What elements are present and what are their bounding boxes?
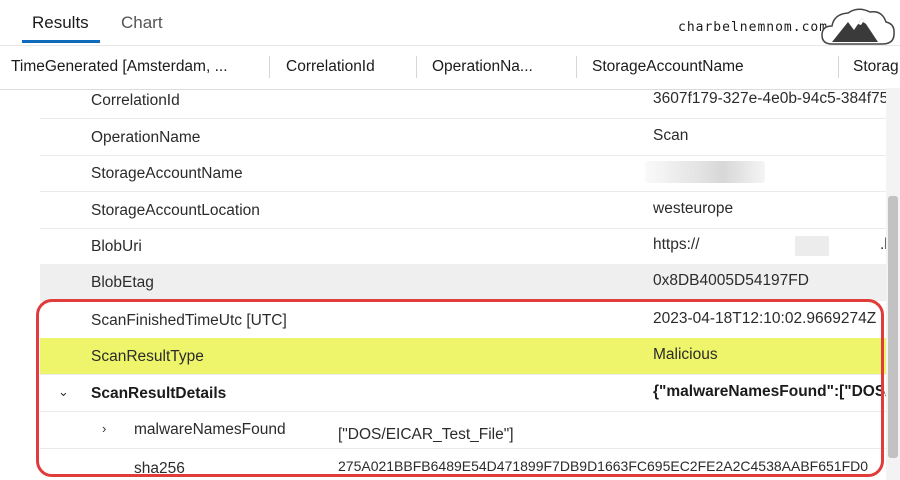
detail-value: Malicious: [653, 346, 718, 363]
detail-value: Scan: [653, 127, 689, 144]
detail-row-correlationid[interactable]: CorrelationId 3607f179-327e-4e0b-94c5-38…: [40, 88, 886, 119]
column-divider[interactable]: [838, 56, 839, 78]
detail-row-scanresulttype[interactable]: ScanResultType Malicious: [40, 338, 886, 375]
column-header-row: TimeGenerated [Amsterdam, ... Correlatio…: [0, 45, 900, 90]
vertical-scrollbar[interactable]: [886, 88, 900, 480]
detail-row-storageaccountname[interactable]: StorageAccountName: [40, 155, 886, 192]
detail-key: ScanFinishedTimeUtc [UTC]: [91, 312, 287, 329]
nested-key: malwareNamesFound: [134, 421, 286, 438]
detail-value: https://: [653, 236, 700, 253]
redacted-value: [795, 236, 829, 256]
nested-value: 275A021BBFB6489E54D471899F7DB9D1663FC695…: [338, 458, 869, 474]
detail-row-operationname[interactable]: OperationName Scan: [40, 119, 886, 156]
detail-row-scanresultdetails[interactable]: ⌄ ScanResultDetails {"malwareNamesFound"…: [40, 375, 886, 412]
detail-key: ScanResultType: [91, 348, 204, 365]
detail-key: ScanResultDetails: [91, 385, 227, 402]
detail-key: BlobUri: [91, 238, 142, 255]
column-header-operationname[interactable]: OperationNa...: [432, 58, 533, 76]
nested-row-malwarenamesfound[interactable]: › malwareNamesFound ["DOS/EICAR_Test_Fil…: [40, 412, 886, 449]
detail-key: StorageAccountLocation: [91, 202, 260, 219]
detail-value: westeurope: [653, 200, 734, 217]
active-tab-indicator: [22, 40, 100, 43]
watermark-text: charbelnemnom.com: [678, 20, 829, 35]
record-details-grid: CorrelationId 3607f179-327e-4e0b-94c5-38…: [0, 88, 886, 480]
detail-row-blobetag[interactable]: BlobEtag 0x8DB4005D54197FD: [40, 264, 886, 301]
column-header-storageaccountname[interactable]: StorageAccountName: [592, 58, 744, 76]
detail-key: CorrelationId: [91, 92, 180, 109]
redacted-value: [645, 161, 765, 183]
column-divider[interactable]: [416, 56, 417, 78]
detail-row-bloburi[interactable]: BlobUri https:// .b: [40, 228, 886, 265]
column-divider[interactable]: [576, 56, 577, 78]
column-header-timegenerated[interactable]: TimeGenerated [Amsterdam, ...: [11, 58, 228, 76]
chevron-right-icon[interactable]: ›: [102, 421, 106, 436]
column-header-storage-truncated[interactable]: Storag: [853, 58, 899, 76]
detail-value: 0x8DB4005D54197FD: [653, 272, 809, 289]
detail-value: 2023-04-18T12:10:02.9669274Z: [653, 310, 877, 327]
column-divider[interactable]: [269, 56, 270, 78]
detail-key: BlobEtag: [91, 274, 154, 291]
detail-row-scanfinishedtimeutc[interactable]: ScanFinishedTimeUtc [UTC] 2023-04-18T12:…: [40, 302, 886, 339]
nested-row-sha256[interactable]: sha256 275A021BBFB6489E54D471899F7DB9D16…: [40, 449, 886, 480]
scrollbar-thumb[interactable]: [888, 196, 898, 458]
detail-row-storageaccountlocation[interactable]: StorageAccountLocation westeurope: [40, 192, 886, 229]
tab-results[interactable]: Results: [32, 13, 89, 33]
detail-key: OperationName: [91, 129, 201, 146]
column-header-correlationid[interactable]: CorrelationId: [286, 58, 375, 76]
detail-value: {"malwareNamesFound":["DOS/E: [653, 383, 886, 400]
tab-chart[interactable]: Chart: [121, 13, 163, 33]
nested-value: ["DOS/EICAR_Test_File"]: [338, 426, 514, 443]
mountain-cloud-logo: [821, 8, 895, 45]
nested-key: sha256: [134, 460, 185, 477]
detail-key: StorageAccountName: [91, 165, 243, 182]
chevron-down-icon[interactable]: ⌄: [58, 384, 69, 400]
detail-value: 3607f179-327e-4e0b-94c5-384f75: [653, 90, 886, 107]
